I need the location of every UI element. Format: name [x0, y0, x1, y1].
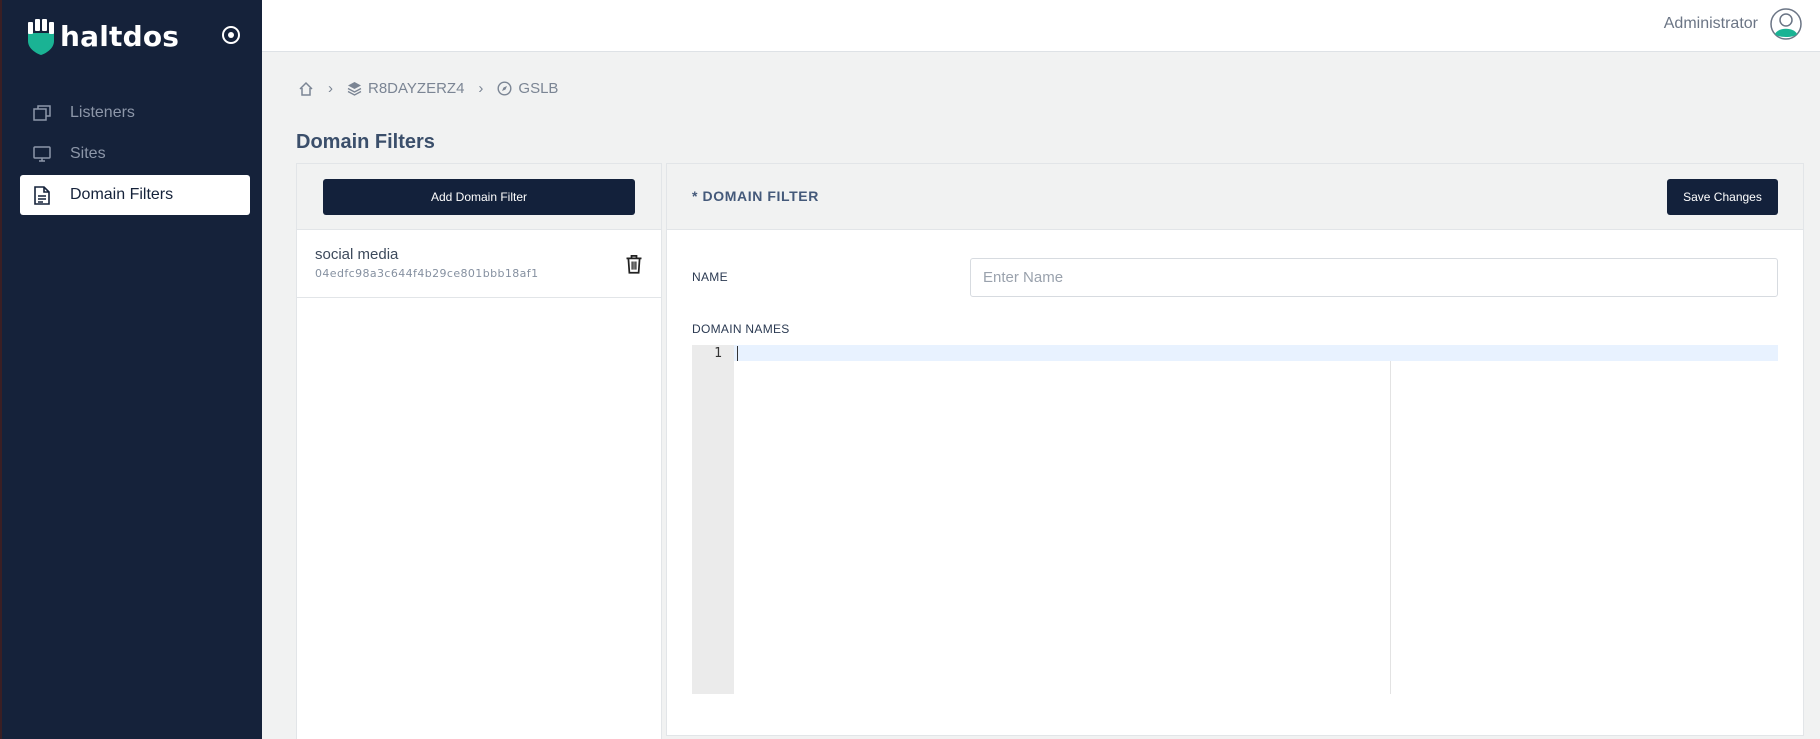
- haltdos-logo-icon: [28, 19, 54, 55]
- logo[interactable]: haltdos: [26, 18, 179, 56]
- user-avatar-icon[interactable]: [1770, 8, 1802, 40]
- page-title: Domain Filters: [296, 131, 435, 153]
- sidebar-nav: Listeners Sites Domain Filters: [20, 93, 250, 216]
- active-line-highlight: [734, 345, 1778, 361]
- item-name: social media: [315, 246, 399, 263]
- sidebar-item-sites[interactable]: Sites: [20, 134, 250, 174]
- monitor-icon: [32, 144, 52, 164]
- sidebar-item-label: Sites: [70, 145, 106, 162]
- editor-header: * DOMAIN FILTER Save Changes: [667, 164, 1803, 230]
- sidebar-item-label: Listeners: [70, 104, 135, 121]
- breadcrumb-separator: ›: [478, 80, 484, 97]
- list-header: Add Domain Filter: [297, 164, 661, 230]
- top-bar: Administrator: [262, 0, 1820, 52]
- sidebar-item-listeners[interactable]: Listeners: [20, 93, 250, 133]
- text-cursor: [737, 346, 738, 361]
- breadcrumb-label: GSLB: [518, 80, 559, 97]
- trash-icon[interactable]: [625, 254, 643, 274]
- breadcrumb-label: R8DAYZERZ4: [368, 80, 465, 97]
- print-margin: [1390, 361, 1391, 694]
- name-label: NAME: [692, 270, 728, 284]
- compass-icon: [497, 81, 512, 96]
- brand-name: haltdos: [60, 20, 180, 53]
- user-name[interactable]: Administrator: [1664, 15, 1758, 33]
- domain-names-editor[interactable]: 1: [692, 345, 1778, 694]
- home-icon: [299, 81, 313, 96]
- layers-icon: [347, 82, 362, 96]
- line-number: 1: [714, 346, 722, 361]
- breadcrumb-node[interactable]: R8DAYZERZ4: [347, 80, 464, 97]
- sidebar-item-domain-filters[interactable]: Domain Filters: [20, 175, 250, 215]
- breadcrumb-separator: ›: [328, 80, 333, 97]
- target-icon[interactable]: [220, 24, 242, 46]
- item-id: 04edfc98a3c644f4b29ce801bbb18af1: [315, 267, 539, 280]
- sidebar: haltdos Listeners Sites Domain Filters: [0, 0, 262, 739]
- name-input[interactable]: [970, 258, 1778, 297]
- sidebar-item-label: Domain Filters: [70, 186, 174, 203]
- save-changes-button[interactable]: Save Changes: [1667, 179, 1778, 215]
- user-menu[interactable]: Administrator: [1664, 8, 1802, 40]
- domain-filter-list-panel: Add Domain Filter social media 04edfc98a…: [296, 163, 662, 739]
- add-domain-filter-button[interactable]: Add Domain Filter: [323, 179, 635, 215]
- document-icon: [32, 185, 52, 205]
- breadcrumb-home[interactable]: [298, 81, 314, 97]
- breadcrumb: › R8DAYZERZ4 › GSLB: [298, 80, 558, 97]
- breadcrumb-section[interactable]: GSLB: [497, 80, 558, 97]
- editor-title: * DOMAIN FILTER: [692, 188, 819, 204]
- list-item[interactable]: social media 04edfc98a3c644f4b29ce801bbb…: [297, 230, 661, 298]
- domain-filter-editor: * DOMAIN FILTER Save Changes NAME DOMAIN…: [666, 163, 1804, 736]
- editor-gutter: 1: [692, 345, 734, 694]
- domain-names-label: DOMAIN NAMES: [692, 322, 790, 336]
- windows-stack-icon: [32, 103, 52, 123]
